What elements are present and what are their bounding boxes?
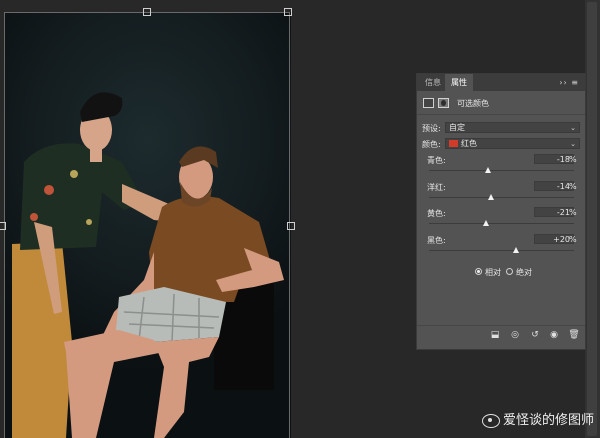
cyan-slider-thumb[interactable]: [485, 167, 492, 173]
yellow-label: 黄色:: [427, 209, 446, 218]
tab-properties[interactable]: 属性: [445, 74, 473, 91]
cyan-value-input[interactable]: -18: [534, 154, 574, 164]
cyan-unit: %: [569, 155, 577, 164]
magenta-value-input[interactable]: -14: [534, 181, 574, 191]
panel-title: 可选颜色: [457, 99, 489, 108]
magenta-slider-thumb[interactable]: [488, 194, 495, 200]
panel-footer: ⬓ ◎ ↺ ◉ 🗑: [417, 326, 585, 346]
absolute-label[interactable]: 绝对: [516, 267, 532, 278]
method-radio-group: 相对 绝对: [475, 266, 575, 278]
preset-select[interactable]: 自定 ⌄: [445, 122, 580, 133]
photo-illustration: [12, 92, 284, 438]
absolute-radio[interactable]: [506, 268, 513, 275]
panel-menu-icon[interactable]: ›› ≡: [559, 74, 579, 91]
relative-label[interactable]: 相对: [485, 267, 501, 278]
preset-value: 自定: [449, 123, 465, 132]
transform-handle-top[interactable]: [143, 8, 151, 16]
yellow-slider-thumb[interactable]: [483, 220, 490, 226]
view-previous-state-icon[interactable]: ◎: [509, 330, 521, 341]
colors-label: 颜色:: [422, 140, 441, 149]
yellow-slider-track[interactable]: [429, 223, 574, 224]
yellow-unit: %: [569, 208, 577, 217]
chevron-down-icon: ⌄: [570, 124, 576, 132]
watermark-text: 爱怪谈的修图师: [502, 413, 594, 428]
magenta-slider-track[interactable]: [429, 197, 574, 198]
adjustment-header: 可选颜色: [423, 96, 579, 110]
trash-icon[interactable]: 🗑: [568, 330, 580, 341]
cyan-label: 青色:: [427, 156, 446, 165]
panel-tab-bar: 信息 属性 ›› ≡: [417, 74, 585, 91]
transform-handle-right[interactable]: [287, 222, 295, 230]
properties-panel: 信息 属性 ›› ≡ 可选颜色 预设: 自定 ⌄ 颜色: 红色 ⌄ 青色: -1…: [416, 73, 586, 350]
watermark: 爱怪谈的修图师: [481, 409, 594, 428]
cyan-slider-track[interactable]: [429, 170, 574, 171]
transform-handle-left[interactable]: [0, 222, 6, 230]
black-label: 黑色:: [427, 236, 446, 245]
visibility-eye-icon[interactable]: ◉: [548, 330, 560, 341]
colors-select[interactable]: 红色 ⌄: [445, 138, 580, 149]
red-swatch-icon: [449, 139, 458, 147]
divider: [417, 114, 585, 115]
clip-to-layer-icon[interactable]: ⬓: [489, 330, 501, 341]
reset-icon[interactable]: ↺: [529, 330, 541, 341]
scrollbar-thumb[interactable]: [587, 2, 597, 436]
standing-man-pants: [12, 242, 72, 438]
layer-mask-icon[interactable]: [438, 98, 449, 108]
adjustment-layer-icon[interactable]: [423, 98, 434, 108]
chevron-down-icon: ⌄: [570, 140, 576, 148]
transform-handle-top-right[interactable]: [284, 8, 292, 16]
magenta-unit: %: [569, 182, 577, 191]
black-slider-track[interactable]: [429, 250, 574, 251]
black-value-input[interactable]: +20: [534, 234, 574, 244]
tab-info[interactable]: 信息: [419, 74, 447, 91]
magenta-label: 洋红:: [427, 183, 446, 192]
weibo-logo-icon: [481, 413, 500, 428]
document-photo[interactable]: [4, 12, 291, 438]
black-slider-thumb[interactable]: [513, 247, 519, 253]
relative-radio[interactable]: [475, 268, 482, 275]
yellow-value-input[interactable]: -21: [534, 207, 574, 217]
preset-label: 预设:: [422, 124, 441, 133]
black-unit: %: [569, 235, 577, 244]
colors-value: 红色: [461, 139, 477, 148]
